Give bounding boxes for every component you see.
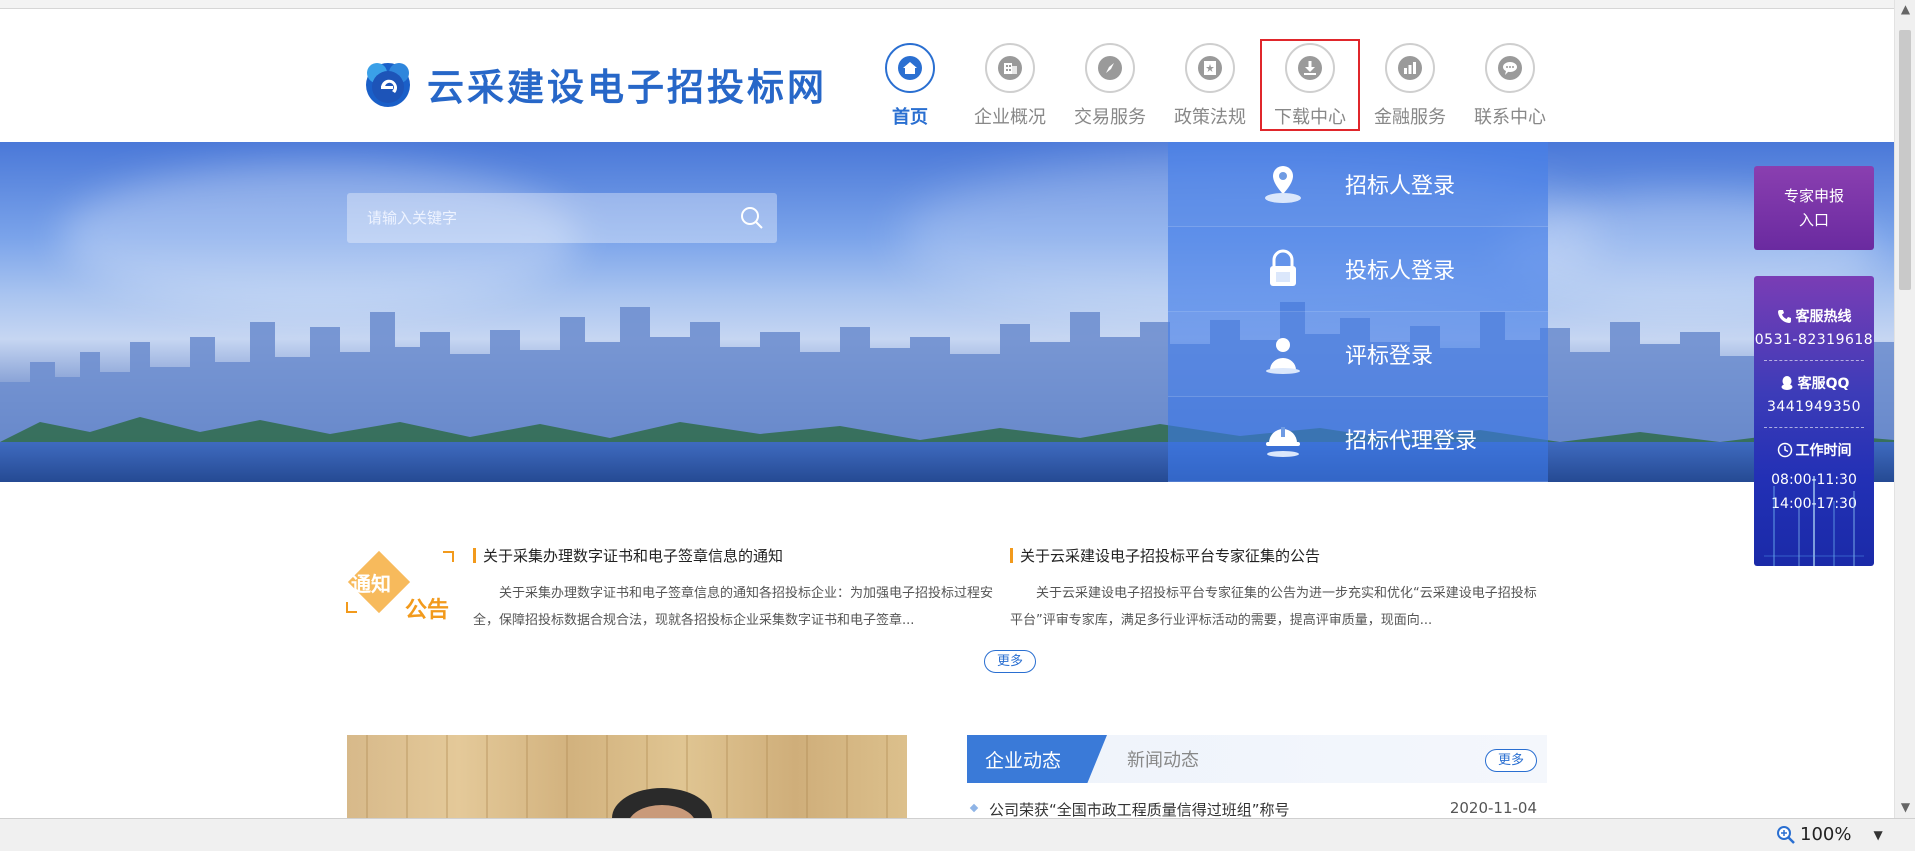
login-bidder-button[interactable]: 投标人登录 xyxy=(1168,227,1548,312)
vertical-scrollbar[interactable]: ▲ ▼ xyxy=(1894,0,1915,818)
nav-item-trading[interactable]: 交易服务 xyxy=(1060,39,1160,131)
login-label: 招标人登录 xyxy=(1345,174,1456,199)
news-photo[interactable] xyxy=(347,735,907,818)
zoom-control[interactable]: 100% ▼ xyxy=(1776,824,1883,845)
hero-banner: 招标人登录 投标人登录 评标登录 招标代理登录 xyxy=(0,142,1894,482)
browser-toolbar-remnant xyxy=(0,0,1894,9)
login-label: 评标登录 xyxy=(1345,344,1434,369)
notice-marker xyxy=(473,548,476,563)
divider xyxy=(1764,360,1864,361)
expert-apply-entry[interactable]: 专家申报 入口 xyxy=(1754,166,1874,250)
scroll-thumb[interactable] xyxy=(1899,30,1911,290)
news-panel: 企业动态 新闻动态 更多 公司荣获“全国市政工程质量信得过班组”称号 2020-… xyxy=(907,735,1547,818)
chevron-down-icon[interactable]: ▼ xyxy=(1873,828,1882,842)
nav-label: 金融服务 xyxy=(1374,107,1446,128)
site-title: 云采建设电子招投标网 xyxy=(427,66,827,109)
nav-item-download[interactable]: 下载中心 xyxy=(1260,39,1360,131)
search-input[interactable] xyxy=(347,193,727,243)
chat-icon xyxy=(1485,43,1535,93)
lock-icon xyxy=(1253,239,1313,299)
nav-item-company[interactable]: 企业概况 xyxy=(960,39,1060,131)
home-icon xyxy=(885,43,935,93)
qq-icon xyxy=(1781,376,1793,390)
search-box xyxy=(347,193,777,243)
nav-item-contact[interactable]: 联系中心 xyxy=(1460,39,1560,131)
hotline-number: 0531-82319618 xyxy=(1754,332,1874,348)
notice-item: 关于云采建设电子招投标平台专家征集的公告 关于云采建设电子招投标平台专家征集的公… xyxy=(1010,545,1540,634)
nav-label: 下载中心 xyxy=(1274,107,1346,128)
main-nav: 首页 企业概况 交易服务 政策法规 下载中心 金融服务 联系中心 xyxy=(860,39,1560,139)
qq-title: 客服QQ xyxy=(1754,373,1874,393)
notice-emblem-line1: 通知 xyxy=(351,572,391,596)
notice-emblem-line2: 公告 xyxy=(405,598,450,623)
news-photo-image xyxy=(366,735,888,818)
compass-icon xyxy=(1085,43,1135,93)
scroll-up-icon[interactable]: ▲ xyxy=(1898,2,1913,17)
site-header: 云采建设电子招投标网 首页 企业概况 交易服务 政策法规 下载中心 金融服务 联… xyxy=(0,9,1894,142)
notice-title-link[interactable]: 关于采集办理数字证书和电子签章信息的通知 xyxy=(473,545,1003,566)
hotline-title: 客服热线 xyxy=(1754,306,1874,326)
notice-item: 关于采集办理数字证书和电子签章信息的通知 关于采集办理数字证书和电子签章信息的通… xyxy=(473,545,1003,634)
expert-line1: 专家申报 xyxy=(1783,187,1844,205)
search-button[interactable] xyxy=(727,193,777,243)
login-panel: 招标人登录 投标人登录 评标登录 招标代理登录 xyxy=(1168,142,1548,482)
news-more-button[interactable]: 更多 xyxy=(1485,749,1537,772)
helmet-icon xyxy=(1253,409,1313,469)
web-page: 云采建设电子招投标网 首页 企业概况 交易服务 政策法规 下载中心 金融服务 联… xyxy=(0,0,1894,818)
site-logo[interactable]: 云采建设电子招投标网 xyxy=(363,54,827,114)
news-list-item[interactable]: 公司荣获“全国市政工程质量信得过班组”称号 2020-11-04 xyxy=(967,799,1547,818)
browser-status-bar: 100% ▼ xyxy=(0,818,1915,851)
notice-title-link[interactable]: 关于云采建设电子招投标平台专家征集的公告 xyxy=(1010,545,1540,566)
notice-title: 关于云采建设电子招投标平台专家征集的公告 xyxy=(1020,547,1321,565)
nav-item-finance[interactable]: 金融服务 xyxy=(1360,39,1460,131)
notice-summary: 关于采集办理数字证书和电子签章信息的通知各招投标企业：为加强电子招投标过程安全，… xyxy=(473,586,994,628)
user-icon xyxy=(1253,324,1313,384)
qq-number: 3441949350 xyxy=(1766,399,1862,415)
notice-emblem: 通知 公告 xyxy=(345,550,455,630)
divider xyxy=(1764,427,1864,428)
zoom-icon xyxy=(1777,825,1795,844)
login-agency-button[interactable]: 招标代理登录 xyxy=(1168,397,1548,482)
bullet-icon xyxy=(969,803,979,813)
news-title: 公司荣获“全国市政工程质量信得过班组”称号 xyxy=(989,801,1290,818)
location-user-icon xyxy=(1253,154,1313,214)
decorative-light-beams xyxy=(1764,476,1864,566)
download-icon xyxy=(1285,43,1335,93)
nav-label: 政策法规 xyxy=(1174,107,1246,128)
document-star-icon xyxy=(1185,43,1235,93)
building-icon xyxy=(985,43,1035,93)
login-tenderer-button[interactable]: 招标人登录 xyxy=(1168,142,1548,227)
nav-item-policy[interactable]: 政策法规 xyxy=(1160,39,1260,131)
news-date: 2020-11-04 xyxy=(1449,799,1537,817)
search-icon xyxy=(741,207,763,229)
scroll-down-icon[interactable]: ▼ xyxy=(1898,800,1913,815)
notice-title: 关于采集办理数字证书和电子签章信息的通知 xyxy=(483,547,784,565)
tab-industry-news[interactable]: 新闻动态 xyxy=(1127,735,1199,783)
nav-label: 企业概况 xyxy=(974,107,1046,128)
qq-label: 客服QQ xyxy=(1797,376,1850,392)
tab-company-news[interactable]: 企业动态 xyxy=(967,735,1107,783)
login-evaluation-button[interactable]: 评标登录 xyxy=(1168,312,1548,397)
notice-marker xyxy=(1010,548,1013,563)
phone-icon xyxy=(1777,310,1791,323)
bar-chart-icon xyxy=(1385,43,1435,93)
zoom-level: 100% xyxy=(1800,824,1852,845)
nav-label: 首页 xyxy=(892,107,928,128)
expert-line2: 入口 xyxy=(1798,211,1829,229)
notice-summary: 关于云采建设电子招投标平台专家征集的公告为进一步充实和优化“云采建设电子招投标平… xyxy=(1010,586,1537,628)
nav-label: 联系中心 xyxy=(1474,107,1546,128)
login-label: 投标人登录 xyxy=(1345,259,1456,284)
customer-service-widget: 客服热线 0531-82319618 客服QQ 3441949350 工作时间 … xyxy=(1754,276,1874,566)
logo-icon xyxy=(363,59,413,109)
nav-item-home[interactable]: 首页 xyxy=(860,39,960,131)
nav-label: 交易服务 xyxy=(1074,107,1146,128)
news-tabs: 企业动态 新闻动态 更多 xyxy=(967,735,1547,783)
notice-more-button[interactable]: 更多 xyxy=(984,650,1036,673)
login-label: 招标代理登录 xyxy=(1345,429,1478,454)
hotline-label: 客服热线 xyxy=(1795,309,1852,325)
lake-water xyxy=(0,442,1894,482)
